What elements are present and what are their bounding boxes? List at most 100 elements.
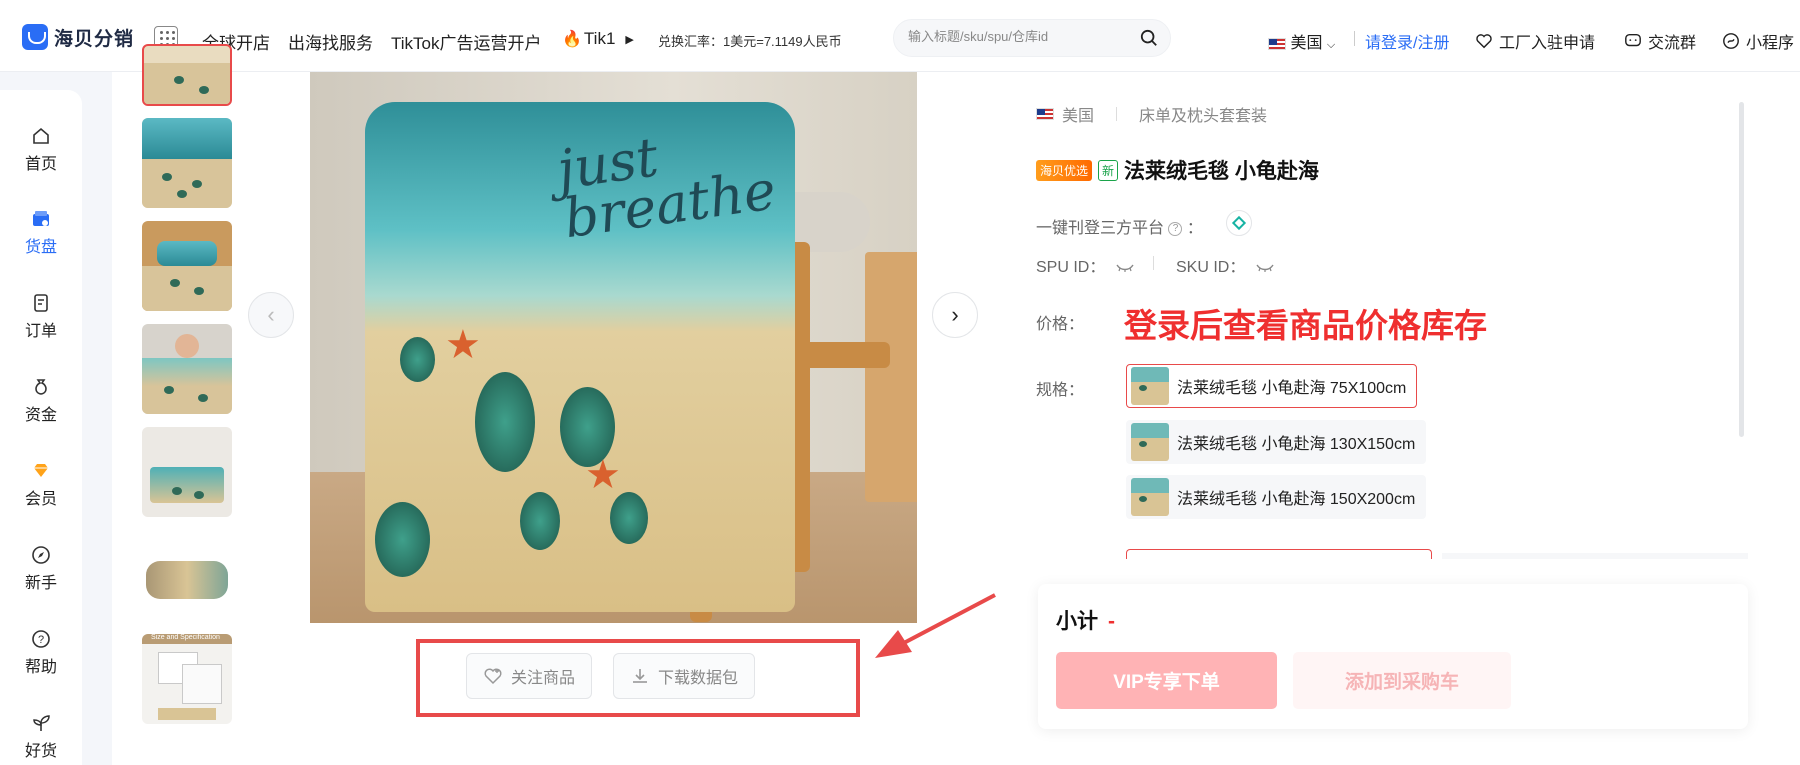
spec-thumbnail — [1131, 478, 1169, 516]
scrollbar[interactable] — [1739, 102, 1744, 437]
factory-apply-link[interactable]: 工厂入驻申请 — [1475, 29, 1595, 53]
listing-label: 一键刊登三方平台 — [1036, 220, 1165, 237]
sidebar-item-label: 订单 — [24, 323, 57, 340]
listing-row: 一键刊登三方平台 ? ： — [1036, 214, 1203, 238]
help-icon[interactable]: ? — [1168, 221, 1183, 236]
subtotal-value: - — [1108, 610, 1115, 633]
subtotal: 小计 - — [1056, 605, 1115, 635]
thumbnail-image[interactable] — [142, 221, 232, 311]
sidebar-item-funds[interactable]: 资金 — [0, 376, 82, 425]
spec-option[interactable]: 法莱绒毛毯 小龟赴海 150X200cm — [1126, 475, 1427, 519]
sprout-icon — [33, 715, 50, 731]
product-title: 法莱绒毛毯 小龟赴海 — [1124, 160, 1319, 183]
nav-tiktok-more-label: Tik1 — [583, 29, 616, 48]
shop-icon — [33, 211, 49, 226]
eye-closed-icon[interactable] — [1256, 263, 1274, 273]
sku-id-row: SKU ID： — [1176, 253, 1274, 277]
price-login-prompt[interactable]: 登录后查看商品价格库存 — [1124, 299, 1487, 347]
top-bar: 海贝分销 全球开店 出海找服务 TikTok广告运营开户 🔥 Tik1 ▶ 兑换… — [0, 0, 1800, 72]
download-data-label: 下载数据包 — [658, 670, 739, 687]
logo[interactable]: 海贝分销 — [22, 22, 134, 52]
sidebar-item-membership[interactable]: 会员 — [0, 460, 82, 509]
eye-closed-icon[interactable] — [1116, 263, 1134, 273]
sidebar-item-home[interactable]: 首页 — [0, 125, 82, 174]
sidebar-item-orders[interactable]: 订单 — [0, 292, 82, 341]
spec-thumbnail — [1131, 367, 1169, 405]
blanket-print: just breathe — [553, 125, 780, 250]
spec-option-label: 法莱绒毛毯 小龟赴海 130X150cm — [1177, 436, 1416, 453]
sidebar-item-label: 首页 — [24, 156, 57, 173]
spec-option-label: 法莱绒毛毯 小龟赴海 150X200cm — [1177, 491, 1416, 508]
miniprogram-label: 小程序 — [1746, 35, 1795, 52]
breadcrumb-country[interactable]: 美国 — [1062, 102, 1094, 126]
login-link[interactable]: 请登录/注册 — [1365, 29, 1449, 53]
diamond-icon — [34, 464, 48, 477]
chevron-right-icon: › — [951, 302, 959, 327]
sidebar-item-label: 好货 — [24, 743, 57, 760]
thumbnail-size-chart[interactable]: Size and Specification — [142, 634, 232, 724]
miniprogram-link[interactable]: 小程序 — [1722, 29, 1794, 53]
breadcrumb-category[interactable]: 床单及枕头套套装 — [1139, 102, 1267, 126]
sidebar-item-label: 帮助 — [24, 659, 57, 676]
prev-image-button[interactable]: ‹ — [248, 292, 294, 338]
preferred-badge: 海贝优选 — [1036, 159, 1093, 181]
nav-tiktok-more[interactable]: 🔥 Tik1 ▶ — [562, 29, 634, 49]
search-bar — [893, 19, 1171, 57]
miniprogram-icon — [1723, 33, 1739, 49]
caret-right-icon: ▶ — [625, 33, 634, 46]
product-title-row: 海贝优选 新 法莱绒毛毯 小龟赴海 — [1036, 155, 1319, 185]
spec-option-partial[interactable] — [1442, 553, 1748, 559]
thumbnail-image[interactable] — [142, 44, 232, 106]
sidebar-item-label: 资金 — [24, 407, 57, 424]
country-label: 美国 — [1290, 35, 1323, 52]
thumbnail-image[interactable] — [142, 324, 232, 414]
group-label: 交流群 — [1648, 35, 1697, 52]
search-icon[interactable] — [1140, 29, 1158, 47]
sidebar-item-label: 新手 — [24, 575, 57, 592]
thumbnail-image[interactable] — [142, 118, 232, 208]
price-label: 价格： — [1036, 316, 1085, 333]
thumbnail-image[interactable] — [142, 535, 232, 625]
breadcrumb: 美国 床单及枕头套套装 — [1036, 102, 1267, 126]
new-badge: 新 — [1098, 159, 1119, 181]
follow-product-label: 关注商品 — [511, 670, 576, 687]
search-input[interactable] — [908, 29, 1128, 44]
chat-icon — [1625, 33, 1641, 47]
platform-link-icon[interactable] — [1226, 210, 1252, 236]
group-link[interactable]: 交流群 — [1624, 29, 1696, 53]
spec-option[interactable]: 法莱绒毛毯 小龟赴海 130X150cm — [1126, 420, 1427, 464]
logo-icon — [22, 24, 48, 50]
download-icon — [633, 669, 647, 683]
us-flag-icon — [1036, 108, 1054, 120]
nav-tiktok-ads[interactable]: TikTok广告运营开户 — [391, 29, 542, 54]
download-data-button[interactable]: 下载数据包 — [613, 653, 756, 699]
money-bag-icon — [35, 379, 47, 395]
thumbnail-image[interactable] — [142, 427, 232, 517]
order-icon — [34, 294, 48, 312]
sidebar-item-good-goods[interactable]: 好货 — [0, 712, 82, 761]
heart-plus-icon — [484, 668, 502, 685]
follow-product-button[interactable]: 关注商品 — [466, 653, 593, 699]
heart-handshake-icon — [1476, 34, 1492, 49]
logo-text: 海贝分销 — [54, 28, 135, 50]
sidebar-item-label: 货盘 — [24, 239, 57, 256]
spec-option[interactable]: 法莱绒毛毯 小龟赴海 75X100cm — [1126, 364, 1418, 408]
divider — [1153, 256, 1154, 270]
nav-overseas-services[interactable]: 出海找服务 — [288, 29, 373, 54]
help-icon: ? — [32, 630, 50, 648]
vip-order-button[interactable]: VIP专享下单 — [1056, 652, 1277, 709]
next-image-button[interactable]: › — [932, 292, 978, 338]
add-to-cart-button[interactable]: 添加到采购车 — [1293, 652, 1511, 709]
sidebar-item-goods[interactable]: 货盘 — [0, 208, 82, 257]
sidebar-item-label: 会员 — [24, 491, 57, 508]
sidebar-item-newbie[interactable]: 新手 — [0, 544, 82, 593]
spec-option-label: 法莱绒毛毯 小龟赴海 75X100cm — [1177, 380, 1407, 397]
spu-id-row: SPU ID： — [1036, 253, 1134, 277]
sidebar-item-help[interactable]: ? 帮助 — [0, 628, 82, 677]
country-selector[interactable]: 美国 ⌵ — [1268, 29, 1335, 53]
factory-apply-label: 工厂入驻申请 — [1499, 35, 1596, 52]
spec-option-partial[interactable] — [1126, 549, 1432, 559]
chevron-left-icon: ‹ — [267, 302, 275, 327]
svg-text:?: ? — [38, 634, 44, 646]
fire-icon: 🔥 — [562, 31, 582, 48]
